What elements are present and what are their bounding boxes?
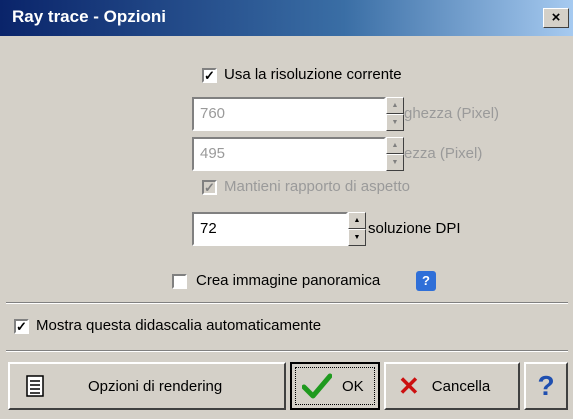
document-list-icon xyxy=(26,375,44,397)
keep-aspect-checkbox[interactable]: ✓ xyxy=(202,180,217,195)
cancel-x-icon: ✕ xyxy=(398,371,420,401)
panoramic-checkbox[interactable] xyxy=(172,274,187,289)
close-button[interactable]: × xyxy=(543,8,569,28)
height-spinner[interactable]: ▲ ▼ xyxy=(386,137,404,171)
keep-aspect-label: Mantieni rapporto di aspetto xyxy=(224,178,410,195)
dpi-label: soluzione DPI xyxy=(368,220,461,237)
panoramic-label: Crea immagine panoramica xyxy=(196,272,381,289)
width-label: ghezza (Pixel) xyxy=(404,105,500,122)
dpi-field[interactable]: 72 xyxy=(192,212,348,246)
help-icon: ? xyxy=(537,370,555,401)
separator xyxy=(6,302,568,304)
show-tooltip-checkbox[interactable]: ✓ xyxy=(14,319,29,334)
cancel-label: Cancella xyxy=(431,377,491,395)
width-spinner[interactable]: ▲ ▼ xyxy=(386,97,404,131)
use-current-resolution-checkbox[interactable]: ✓ xyxy=(202,68,217,83)
separator xyxy=(6,350,568,352)
help-button[interactable]: ? xyxy=(524,362,568,410)
panoramic-help-icon[interactable]: ? xyxy=(416,271,436,291)
height-label: ezza (Pixel) xyxy=(404,145,483,162)
spin-up-icon[interactable]: ▲ xyxy=(386,97,404,114)
rendering-options-button[interactable]: Opzioni di rendering xyxy=(8,362,286,410)
spin-down-icon[interactable]: ▼ xyxy=(386,154,404,171)
cancel-button[interactable]: ✕ Cancella xyxy=(384,362,520,410)
height-field[interactable]: 495 xyxy=(192,137,386,171)
show-tooltip-label: Mostra questa didascalia automaticamente xyxy=(36,317,322,334)
spin-down-icon[interactable]: ▼ xyxy=(386,114,404,131)
spin-up-icon[interactable]: ▲ xyxy=(386,137,404,154)
window-title: Ray trace - Opzioni xyxy=(12,7,166,26)
ray-trace-options-dialog: Ray trace - Opzioni × ✓ Usa la risoluzio… xyxy=(0,0,573,419)
title-bar[interactable]: Ray trace - Opzioni × xyxy=(0,0,573,36)
ok-label: OK xyxy=(342,377,364,395)
close-icon: × xyxy=(551,9,561,26)
check-icon xyxy=(302,373,332,399)
spin-down-icon[interactable]: ▼ xyxy=(348,229,366,246)
ok-button[interactable]: OK xyxy=(290,362,380,410)
spin-up-icon[interactable]: ▲ xyxy=(348,212,366,229)
width-field[interactable]: 760 xyxy=(192,97,386,131)
dpi-spinner[interactable]: ▲ ▼ xyxy=(348,212,366,246)
rendering-options-label: Opzioni di rendering xyxy=(88,377,223,395)
use-current-resolution-label: Usa la risoluzione corrente xyxy=(224,66,402,83)
